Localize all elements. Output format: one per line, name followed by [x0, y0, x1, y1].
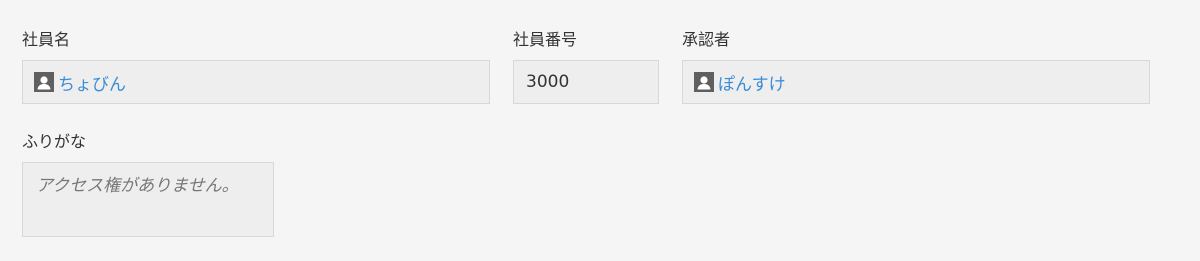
employee-name-label: 社員名	[22, 30, 71, 49]
record-form: 社員名 ちょびん 社員番号 3000 承認者 ぽんすけ ふりがな アクセス権があ…	[0, 0, 1200, 261]
approver-link[interactable]: ぽんすけ	[718, 70, 786, 95]
employee-number-label: 社員番号	[513, 30, 578, 49]
furigana-field: アクセス権がありません。	[22, 162, 274, 237]
employee-name-link[interactable]: ちょびん	[58, 70, 126, 95]
user-icon	[694, 72, 714, 92]
employee-number-value: 3000	[526, 72, 570, 92]
employee-number-field: 3000	[513, 60, 659, 104]
user-icon	[34, 72, 54, 92]
employee-name-field: ちょびん	[22, 60, 490, 104]
approver-field: ぽんすけ	[682, 60, 1150, 104]
no-access-message: アクセス権がありません。	[36, 176, 239, 196]
approver-label: 承認者	[682, 30, 731, 49]
furigana-label: ふりがな	[22, 132, 87, 151]
